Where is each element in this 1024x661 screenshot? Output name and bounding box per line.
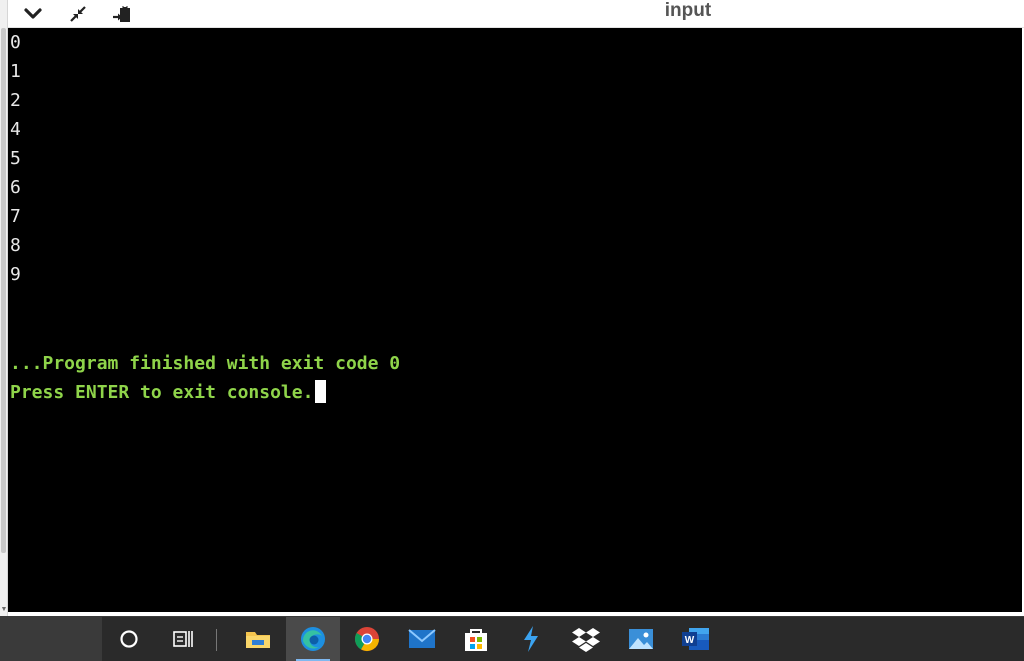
scrollbar-thumb[interactable]	[1, 28, 6, 553]
output-line: 5	[10, 148, 21, 169]
left-scrollbar[interactable]: ▼	[0, 0, 8, 616]
output-line: 2	[10, 90, 21, 111]
text-cursor	[315, 380, 327, 403]
output-line: 1	[10, 61, 21, 82]
store-bag-icon	[465, 629, 487, 651]
chrome-icon	[354, 627, 379, 652]
chevron-down-icon	[24, 8, 42, 19]
online-compiler-window: ▼ input 0 1 2 4 5 6 7 8 9 ...Program fin…	[0, 0, 1024, 616]
svg-text:W: W	[685, 635, 695, 646]
file-explorer-button[interactable]	[231, 617, 285, 661]
panel-title: input	[664, 0, 712, 21]
arrows-inward-icon	[70, 6, 86, 22]
console-toolbar: input	[8, 0, 1024, 28]
mail-icon	[408, 629, 436, 648]
output-line: 4	[10, 119, 21, 140]
cortana-button[interactable]	[102, 617, 156, 661]
store-button[interactable]	[449, 617, 503, 661]
taskbar-search-area[interactable]	[0, 617, 102, 661]
console-output[interactable]: 0 1 2 4 5 6 7 8 9 ...Program finished wi…	[8, 28, 1022, 612]
output-line: 6	[10, 177, 21, 198]
output-line: 7	[10, 206, 21, 227]
cortana-ring-icon	[120, 630, 138, 648]
minimize-panel-button[interactable]	[65, 3, 91, 25]
dropbox-icon	[572, 628, 600, 652]
exit-code-message: ...Program finished with exit code 0	[10, 353, 401, 374]
scroll-down-arrow-icon[interactable]: ▼	[0, 606, 8, 613]
word-button[interactable]: W	[669, 617, 723, 661]
output-line: 8	[10, 235, 21, 256]
edge-icon	[301, 627, 325, 651]
exit-prompt-message: Press ENTER to exit console.	[10, 382, 314, 403]
mail-button[interactable]	[395, 617, 449, 661]
copy-output-button[interactable]	[109, 3, 135, 25]
windows-taskbar: W	[0, 616, 1024, 661]
taskbar-divider	[216, 629, 217, 651]
lightning-icon	[524, 626, 538, 652]
output-line: 0	[10, 32, 21, 53]
exit-prompt-line: Press ENTER to exit console.	[10, 378, 327, 407]
clipboard-arrow-icon	[113, 5, 130, 22]
dropbox-button[interactable]	[559, 617, 613, 661]
task-view-icon	[173, 631, 193, 647]
photos-button[interactable]	[614, 617, 668, 661]
lightning-app-button[interactable]	[504, 617, 558, 661]
task-view-button[interactable]	[156, 617, 210, 661]
word-icon: W	[682, 628, 709, 650]
edge-button[interactable]	[286, 617, 340, 661]
photos-icon	[629, 629, 653, 649]
folder-icon	[246, 632, 270, 648]
chrome-button[interactable]	[340, 617, 394, 661]
collapse-button[interactable]	[20, 3, 46, 25]
output-line: 9	[10, 264, 21, 285]
